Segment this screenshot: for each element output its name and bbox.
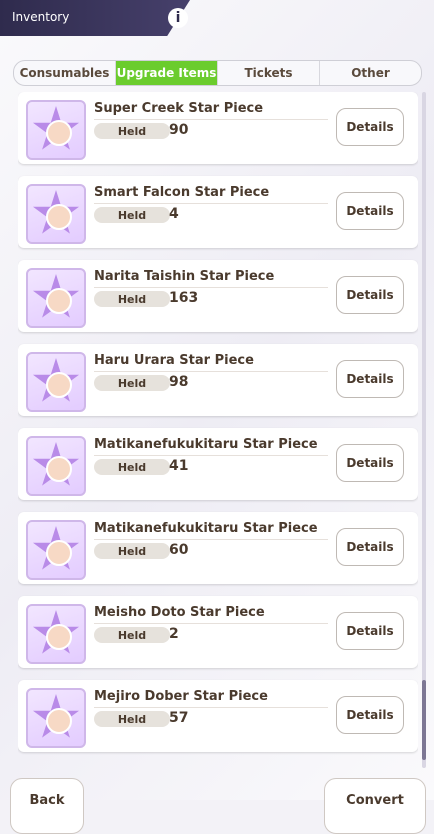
details-button[interactable]: Details — [336, 108, 404, 146]
page-title: Inventory — [12, 10, 70, 24]
list-item: Haru Urara Star Piece Held 98 Details — [18, 344, 418, 416]
star-piece-icon — [26, 688, 86, 748]
convert-button[interactable]: Convert — [324, 778, 426, 834]
character-portrait — [46, 120, 72, 146]
details-button[interactable]: Details — [336, 360, 404, 398]
star-piece-icon — [26, 520, 86, 580]
item-name: Meisho Doto Star Piece — [94, 605, 265, 620]
held-label: Held — [94, 123, 170, 139]
held-count: 60 — [169, 542, 189, 558]
divider — [94, 539, 328, 540]
star-piece-icon — [26, 100, 86, 160]
details-button[interactable]: Details — [336, 696, 404, 734]
held-count: 2 — [169, 626, 179, 642]
list-item: Matikanefukukitaru Star Piece Held 60 De… — [18, 512, 418, 584]
details-button[interactable]: Details — [336, 276, 404, 314]
list-item: Narita Taishin Star Piece Held 163 Detai… — [18, 260, 418, 332]
divider — [94, 371, 328, 372]
held-label: Held — [94, 375, 170, 391]
back-button[interactable]: Back — [10, 778, 84, 834]
item-name: Super Creek Star Piece — [94, 101, 264, 116]
tab-consumables[interactable]: Consumables — [14, 61, 116, 85]
scrollbar-thumb[interactable] — [422, 680, 426, 760]
item-list[interactable]: Super Creek Star Piece Held 90 Details S… — [18, 92, 418, 768]
details-button[interactable]: Details — [336, 192, 404, 230]
held-count: 41 — [169, 458, 189, 474]
item-name: Narita Taishin Star Piece — [94, 269, 275, 284]
held-count: 4 — [169, 206, 179, 222]
character-portrait — [46, 456, 72, 482]
item-name: Matikanefukukitaru Star Piece — [94, 437, 318, 452]
held-label: Held — [94, 207, 170, 223]
divider — [94, 203, 328, 204]
info-icon[interactable]: i — [168, 8, 188, 28]
held-label: Held — [94, 459, 170, 475]
star-piece-icon — [26, 268, 86, 328]
held-count: 57 — [169, 710, 189, 726]
divider — [94, 287, 328, 288]
character-portrait — [46, 204, 72, 230]
tab-bar: Consumables Upgrade Items Tickets Other — [13, 60, 422, 86]
star-piece-icon — [26, 352, 86, 412]
star-piece-icon — [26, 604, 86, 664]
item-name: Mejiro Dober Star Piece — [94, 689, 268, 704]
scrollbar-track[interactable] — [422, 92, 426, 768]
divider — [94, 455, 328, 456]
item-name: Matikanefukukitaru Star Piece — [94, 521, 318, 536]
list-item: Smart Falcon Star Piece Held 4 Details — [18, 176, 418, 248]
held-count: 98 — [169, 374, 189, 390]
character-portrait — [46, 624, 72, 650]
held-label: Held — [94, 711, 170, 727]
item-name: Haru Urara Star Piece — [94, 353, 254, 368]
tab-tickets[interactable]: Tickets — [218, 61, 320, 85]
held-label: Held — [94, 627, 170, 643]
star-piece-icon — [26, 184, 86, 244]
details-button[interactable]: Details — [336, 444, 404, 482]
list-item: Meisho Doto Star Piece Held 2 Details — [18, 596, 418, 668]
divider — [94, 119, 328, 120]
character-portrait — [46, 708, 72, 734]
list-item: Matikanefukukitaru Star Piece Held 41 De… — [18, 428, 418, 500]
character-portrait — [46, 288, 72, 314]
star-piece-icon — [26, 436, 86, 496]
tab-other[interactable]: Other — [320, 61, 421, 85]
divider — [94, 623, 328, 624]
held-count: 163 — [169, 290, 199, 306]
details-button[interactable]: Details — [336, 528, 404, 566]
tab-upgrade-items[interactable]: Upgrade Items — [116, 61, 218, 85]
list-item: Mejiro Dober Star Piece Held 57 Details — [18, 680, 418, 752]
held-count: 90 — [169, 122, 189, 138]
held-label: Held — [94, 543, 170, 559]
divider — [94, 707, 328, 708]
item-name: Smart Falcon Star Piece — [94, 185, 270, 200]
details-button[interactable]: Details — [336, 612, 404, 650]
list-item: Super Creek Star Piece Held 90 Details — [18, 92, 418, 164]
character-portrait — [46, 540, 72, 566]
character-portrait — [46, 372, 72, 398]
held-label: Held — [94, 291, 170, 307]
